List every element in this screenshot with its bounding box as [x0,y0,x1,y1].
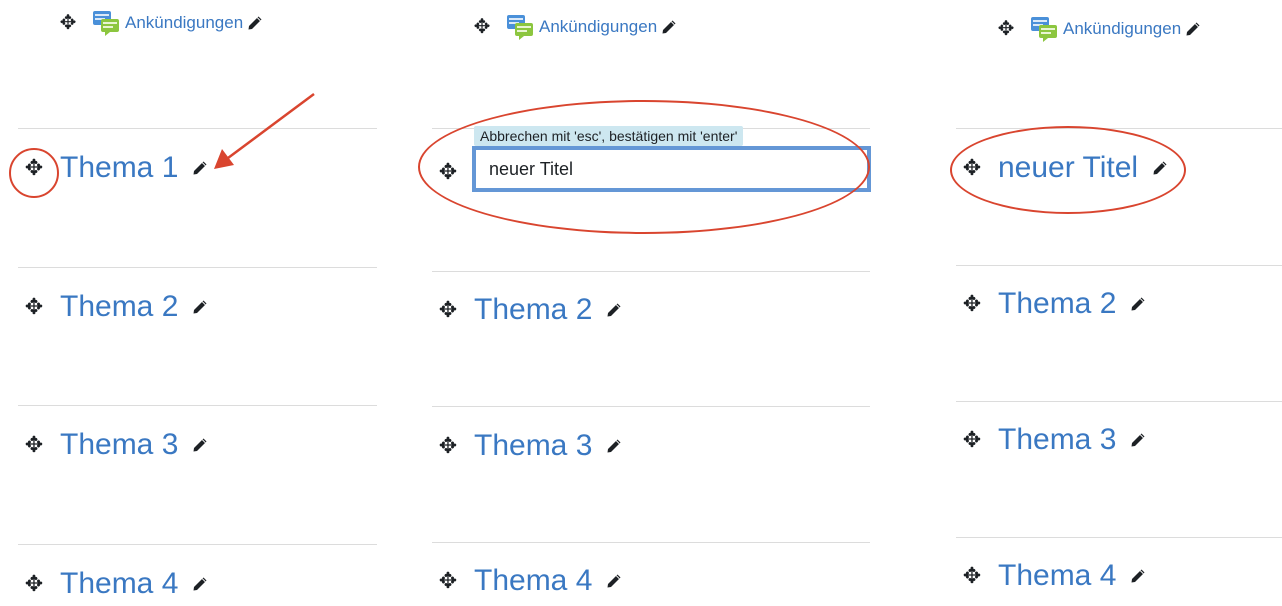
section-title-link[interactable]: Thema 3 [998,423,1116,457]
pencil-icon[interactable] [192,160,208,176]
announcements-row: ✥ Ankündigungen [996,14,1201,44]
pencil-icon[interactable] [1130,568,1146,584]
move-icon[interactable]: ✥ [22,434,46,456]
edit-hint-tooltip: Abbrechen mit 'esc', bestätigen mit 'ent… [474,126,744,146]
section-title-link[interactable]: Thema 3 [474,429,592,463]
pencil-icon[interactable] [661,19,677,35]
forum-chat-icon [507,15,533,40]
section-divider [432,271,870,272]
panel-step-3: ✥ Ankündigungen ✥ neuer Titel ✥ Thema 2 [900,0,1282,599]
section-divider [956,265,1282,266]
announcements-link[interactable]: Ankündigungen [125,13,243,33]
pencil-icon[interactable] [247,15,263,31]
section-row: ✥ Thema 3 [436,424,622,468]
announcements-link[interactable]: Ankündigungen [1063,19,1181,39]
section-divider [956,537,1282,538]
pencil-icon[interactable] [606,438,622,454]
section-title-input[interactable] [472,146,871,192]
move-icon[interactable]: ✥ [960,429,984,451]
section-row: ✥ Thema 1 [22,146,208,190]
section-divider [18,128,377,129]
section-row: ✥ Thema 4 [22,562,208,606]
section-title-link[interactable]: Thema 2 [474,293,592,327]
pencil-icon[interactable] [606,302,622,318]
section-divider [18,267,377,268]
move-icon[interactable]: ✥ [960,157,984,179]
move-icon[interactable]: ✥ [22,296,46,318]
pencil-icon[interactable] [606,573,622,589]
section-title-link[interactable]: Thema 1 [60,151,178,185]
section-divider [956,401,1282,402]
section-row: ✥ Thema 2 [436,288,622,332]
move-icon[interactable]: ✥ [996,19,1016,39]
move-icon[interactable]: ✥ [960,293,984,315]
section-row: ✥ Thema 4 [436,559,622,603]
panel-step-1: ✥ Ankündigungen ✥ Thema 1 ✥ Thema 2 ✥ Th… [0,0,400,600]
move-icon[interactable]: ✥ [22,157,46,179]
section-title-link[interactable]: Thema 2 [998,287,1116,321]
announcements-row: ✥ Ankündigungen [472,12,677,42]
section-row: ✥ [436,150,474,194]
move-icon[interactable]: ✥ [436,161,460,183]
section-row: ✥ Thema 3 [22,423,208,467]
section-title-link[interactable]: neuer Titel [998,151,1138,185]
move-icon[interactable]: ✥ [472,17,492,37]
section-title-link[interactable]: Thema 2 [60,290,178,324]
panel-step-2: ✥ Ankündigungen ✥ ✥ Thema 2 ✥ Thema 3 ✥ … [400,0,900,599]
announcements-link[interactable]: Ankündigungen [539,17,657,37]
announcements-row: ✥ Ankündigungen [58,8,263,38]
section-divider [432,542,870,543]
section-row: ✥ Thema 2 [22,285,208,329]
section-row: ✥ Thema 2 [960,282,1146,326]
pencil-icon[interactable] [1152,160,1168,176]
section-title-link[interactable]: Thema 4 [474,564,592,598]
move-icon[interactable]: ✥ [436,570,460,592]
pencil-icon[interactable] [192,576,208,592]
forum-chat-icon [93,11,119,36]
section-row: ✥ Thema 3 [960,418,1146,462]
section-title-link[interactable]: Thema 4 [998,559,1116,593]
pencil-icon[interactable] [192,299,208,315]
pencil-icon[interactable] [1185,21,1201,37]
section-divider [432,406,870,407]
move-icon[interactable]: ✥ [22,573,46,595]
pencil-icon[interactable] [1130,432,1146,448]
section-row: ✥ Thema 4 [960,554,1146,598]
forum-chat-icon [1031,17,1057,42]
section-divider [18,405,377,406]
pencil-icon[interactable] [1130,296,1146,312]
section-divider [18,544,377,545]
section-divider [956,128,1282,129]
move-icon[interactable]: ✥ [436,435,460,457]
section-title-link[interactable]: Thema 4 [60,567,178,601]
section-title-link[interactable]: Thema 3 [60,428,178,462]
pencil-icon[interactable] [192,437,208,453]
move-icon[interactable]: ✥ [960,565,984,587]
section-row: ✥ neuer Titel [960,146,1168,190]
move-icon[interactable]: ✥ [436,299,460,321]
move-icon[interactable]: ✥ [58,13,78,33]
